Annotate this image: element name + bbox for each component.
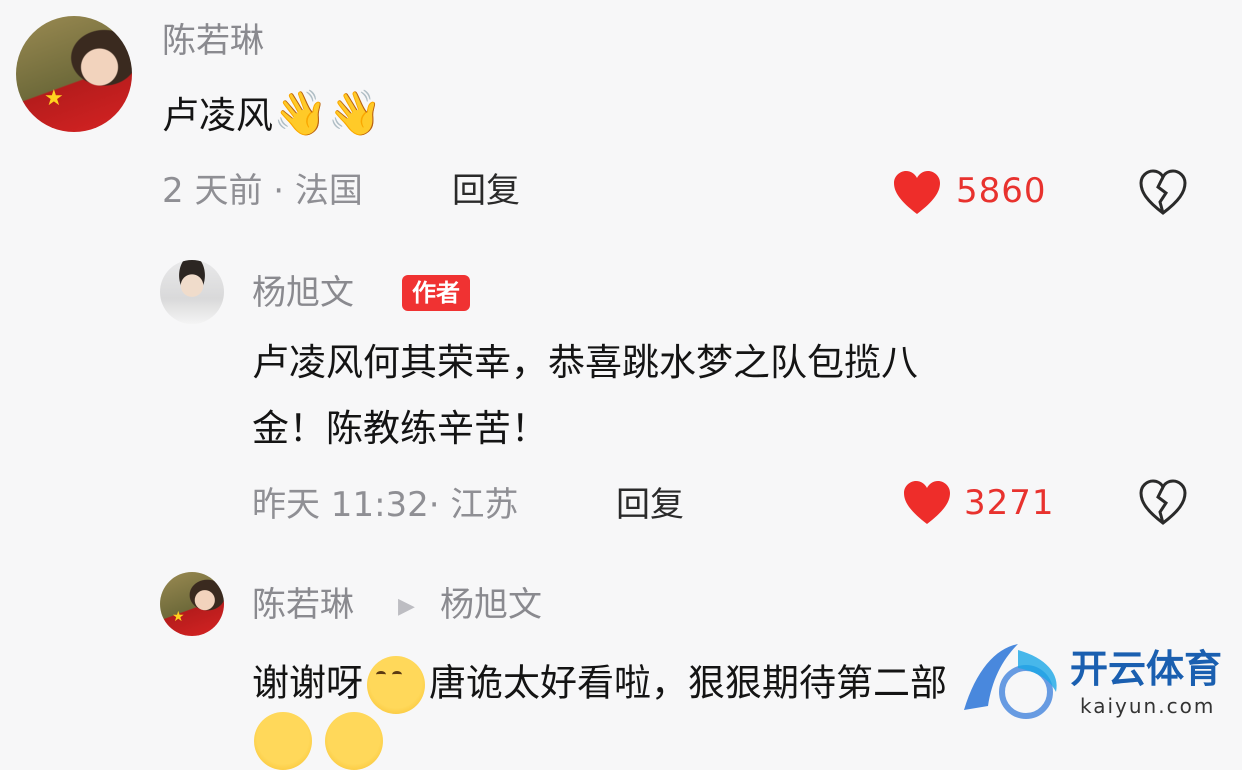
laughing-face-icon <box>254 712 312 770</box>
heart-icon[interactable] <box>902 480 952 526</box>
comment-text-part2: 唐诡太好看啦，狠狠期待第二部 <box>429 661 947 705</box>
comment-author[interactable]: 陈若琳 <box>162 24 264 58</box>
flag-star-icon: ★ <box>172 609 185 625</box>
kaiyun-logo-icon <box>964 644 1057 719</box>
avatar[interactable]: ★ <box>160 572 224 636</box>
avatar[interactable]: ★ <box>16 16 132 132</box>
reply-arrow-icon: ▶ <box>398 594 415 619</box>
reply-button[interactable]: 回复 <box>452 174 520 208</box>
emoji-row <box>254 712 384 770</box>
comment-text-part1: 谢谢呀 <box>252 661 363 705</box>
waving-hand-icon: 👋👋 <box>273 88 383 139</box>
comment-text-line2: 金！陈教练辛苦！ <box>252 407 548 450</box>
laughing-face-icon <box>325 712 384 770</box>
comment-meta: 2 天前 · 法国 <box>162 171 363 211</box>
watermark-name: 开云体育 <box>1070 647 1223 691</box>
comment-text: 卢凌风👋👋 <box>162 92 383 136</box>
smiling-face-icon <box>367 656 425 714</box>
dislike-icon[interactable] <box>1138 168 1188 216</box>
comment-author[interactable]: 陈若琳 <box>252 588 354 622</box>
watermark-url: kaiyun.com <box>1080 694 1216 718</box>
flag-star-icon: ★ <box>44 86 64 111</box>
heart-icon[interactable] <box>892 170 942 216</box>
comment-text-content: 卢凌风 <box>162 94 273 137</box>
dislike-icon[interactable] <box>1138 478 1188 526</box>
comment-text: 谢谢呀 唐诡太好看啦，狠狠期待第二部 <box>252 656 947 714</box>
comment-author[interactable]: 杨旭文 <box>252 276 354 310</box>
avatar[interactable] <box>160 260 224 324</box>
like-count: 5860 <box>956 171 1047 211</box>
comment-text-line1: 卢凌风何其荣幸，恭喜跳水梦之队包揽八 <box>252 341 918 384</box>
like-count: 3271 <box>964 483 1055 523</box>
reply-button[interactable]: 回复 <box>616 488 684 522</box>
reply-target[interactable]: 杨旭文 <box>440 588 542 622</box>
author-badge: 作者 <box>402 275 470 311</box>
comment-meta: 昨天 11:32· 江苏 <box>252 485 519 525</box>
